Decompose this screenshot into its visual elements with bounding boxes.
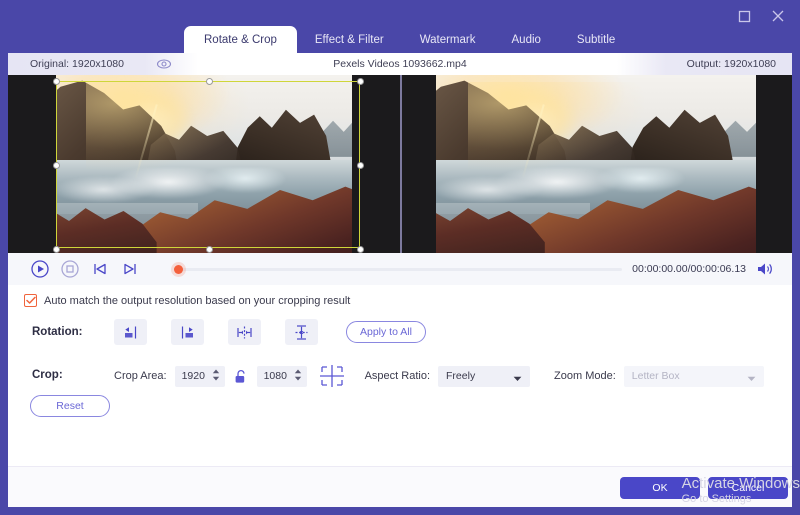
timeline-playhead[interactable] [174,265,183,274]
crop-height-value: 1080 [263,370,287,382]
stop-icon[interactable] [58,257,82,281]
crop-width-value: 1920 [181,370,205,382]
preview-info-bar: Original: 1920x1080 Pexels Videos 109366… [8,53,792,75]
output-resolution-label: Output: 1920x1080 [686,58,776,70]
timeline-slider[interactable] [166,257,623,281]
source-preview-pane[interactable] [8,75,400,253]
previous-frame-icon[interactable] [88,257,112,281]
preview-divider [400,75,402,253]
rotation-label: Rotation: [32,326,83,338]
preview-area [8,75,792,253]
zoom-mode-select[interactable]: Letter Box [623,365,764,387]
cancel-button[interactable]: Cancel [708,477,788,499]
crop-width-stepper[interactable] [212,369,220,381]
crop-width-input[interactable]: 1920 [174,365,225,387]
original-resolution-label: Original: 1920x1080 [30,58,124,70]
crop-height-stepper[interactable] [294,369,302,381]
tab-bar: Rotate & Crop Effect & Filter Watermark … [184,26,633,53]
crop-area-label: Crop Area: [114,370,167,382]
flip-vertical-button[interactable] [285,319,318,345]
chevron-down-icon [747,373,756,385]
tab-label: Rotate & Crop [204,33,277,46]
timeline-track[interactable] [180,268,623,271]
tab-audio[interactable]: Audio [494,26,559,53]
zoom-mode-value: Letter Box [631,370,680,382]
footer-bar: OK Cancel [8,466,792,507]
reset-label: Reset [56,400,84,412]
tab-label: Audio [511,33,541,46]
tab-effect-filter[interactable]: Effect & Filter [297,26,402,53]
reset-button[interactable]: Reset [30,395,110,417]
ok-label: OK [652,482,668,494]
volume-icon[interactable] [754,258,776,280]
tab-rotate-crop[interactable]: Rotate & Crop [184,26,297,53]
unlock-icon[interactable] [231,366,251,387]
crop-height-input[interactable]: 1080 [256,365,307,387]
aspect-ratio-select[interactable]: Freely [438,365,531,387]
tab-label: Subtitle [576,33,616,46]
apply-to-all-button[interactable]: Apply to All [346,321,426,343]
rotate-right-button[interactable] [171,319,204,345]
ok-button[interactable]: OK [620,477,700,499]
auto-match-row[interactable]: Auto match the output resolution based o… [24,294,350,307]
timecode-display: 00:00:00.00/00:00:06.13 [632,263,746,275]
window-edge-left [0,26,8,515]
crop-controls-row: Crop Area: 1920 1080 Aspect Ratio: Freel… [114,363,764,389]
tab-label: Effect & Filter [314,33,384,46]
close-icon[interactable] [768,6,788,26]
maximize-icon[interactable] [734,6,754,26]
output-resolution-group: Output: 1920x1080 [617,53,792,75]
title-bar: Rotate & Crop Effect & Filter Watermark … [0,0,800,53]
source-video-frame [56,75,352,253]
chevron-down-icon [513,373,522,385]
player-controls-bar: 00:00:00.00/00:00:06.13 [8,253,792,285]
tab-subtitle[interactable]: Subtitle [559,26,633,53]
video-editor-window: Rotate & Crop Effect & Filter Watermark … [0,0,800,515]
apply-to-all-label: Apply to All [360,326,412,338]
auto-match-checkbox[interactable] [24,294,37,307]
output-video-frame [436,75,756,253]
auto-match-label: Auto match the output resolution based o… [44,294,351,307]
window-edge-right [792,26,800,515]
play-icon[interactable] [28,257,52,281]
window-edge-bottom [0,507,800,515]
flip-horizontal-button[interactable] [228,319,261,345]
crop-label: Crop: [32,369,63,381]
aspect-ratio-label: Aspect Ratio: [364,370,431,382]
rotate-left-button[interactable] [114,319,147,345]
tab-label: Watermark [419,33,476,46]
tab-watermark[interactable]: Watermark [402,26,494,53]
zoom-mode-label: Zoom Mode: [554,370,616,382]
next-frame-icon[interactable] [118,257,142,281]
crop-center-icon[interactable] [317,363,347,389]
cancel-label: Cancel [731,482,765,494]
eye-icon[interactable] [156,57,172,71]
output-preview-pane [400,75,792,253]
rotation-buttons: Apply to All [114,319,426,345]
aspect-ratio-value: Freely [446,370,476,382]
settings-panel: Auto match the output resolution based o… [8,285,792,466]
window-controls [734,6,788,26]
